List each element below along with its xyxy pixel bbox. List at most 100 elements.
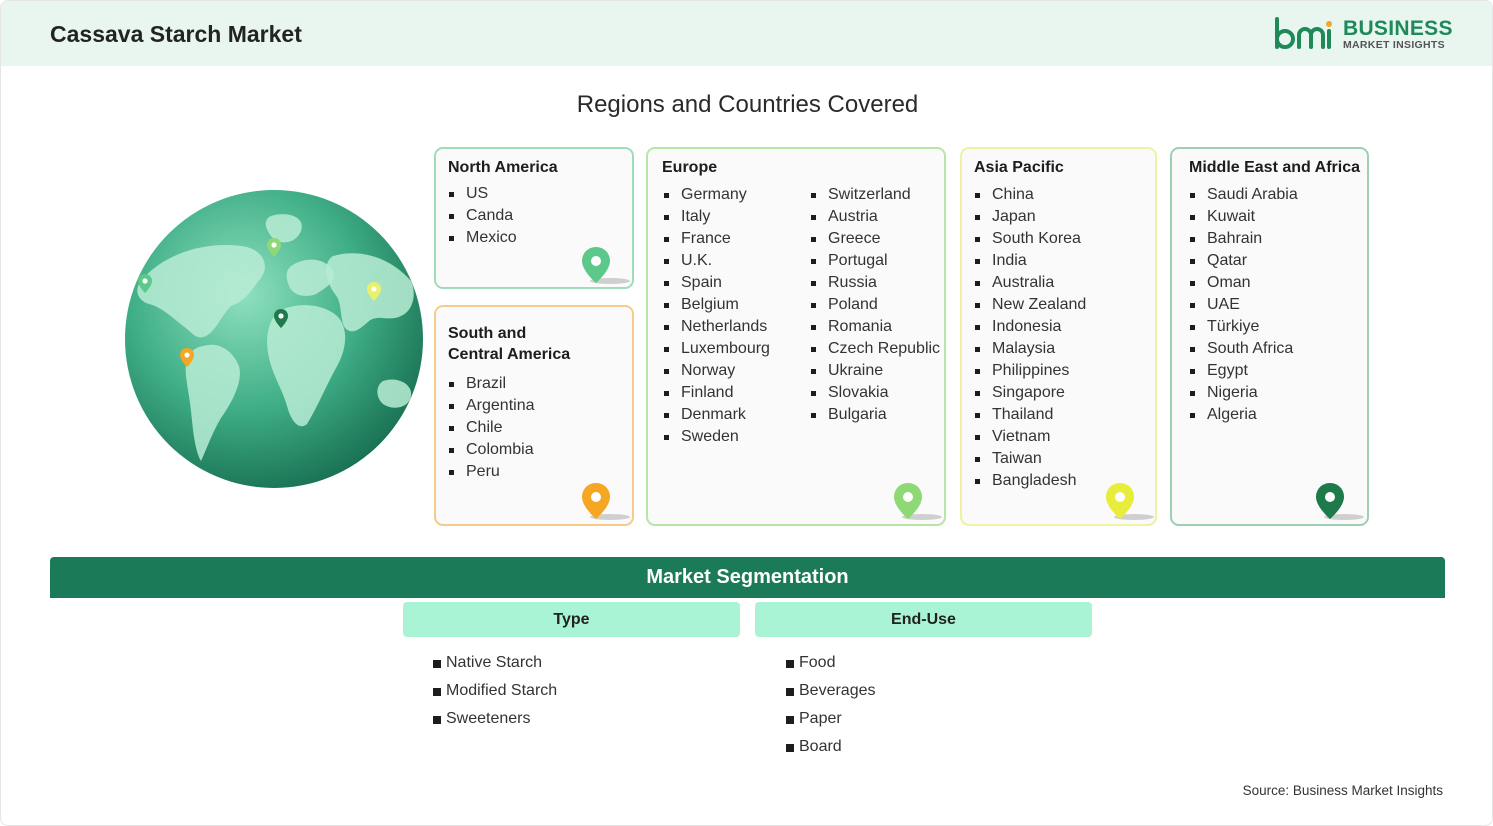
list-item: Mexico — [449, 227, 517, 249]
list-item: US — [449, 183, 517, 205]
list-item: Netherlands — [664, 316, 770, 338]
region-title-line1: South and — [448, 325, 527, 342]
list-item: France — [664, 228, 770, 250]
page-title: Cassava Starch Market — [50, 21, 302, 47]
list-item: Colombia — [449, 439, 535, 461]
list-item: Italy — [664, 206, 770, 228]
list-item: Chile — [449, 417, 535, 439]
list-item: Egypt — [1190, 360, 1298, 382]
region-title: North America — [448, 159, 558, 176]
region-card-asia-pacific: Asia Pacific China Japan South Korea Ind… — [960, 147, 1157, 526]
list-item: Malaysia — [975, 338, 1086, 360]
list-item: Ukraine — [811, 360, 940, 382]
list-item: Luxembourg — [664, 338, 770, 360]
location-pin-icon — [894, 483, 942, 520]
list-item: India — [975, 250, 1086, 272]
list-item: Bahrain — [1190, 228, 1298, 250]
segmentation-title: Market Segmentation — [646, 566, 849, 588]
list-item: New Zealand — [975, 294, 1086, 316]
list-item: Nigeria — [1190, 382, 1298, 404]
list-item: Qatar — [1190, 250, 1298, 272]
region-title: Middle East and Africa — [1189, 159, 1360, 176]
region-card-south-central-america: South and Central America Brazil Argenti… — [434, 305, 634, 526]
segment-end-use-label: End-Use — [891, 611, 956, 628]
region-card-north-america: North America US Canda Mexico — [434, 147, 634, 289]
list-item: Norway — [664, 360, 770, 382]
regions-heading: Regions and Countries Covered — [576, 91, 919, 118]
list-item: Slovakia — [811, 382, 940, 404]
list-item: Bangladesh — [975, 470, 1086, 492]
segmentation-header: Market Segmentation — [50, 557, 1445, 598]
list-item: Kuwait — [1190, 206, 1298, 228]
list-item: South Africa — [1190, 338, 1298, 360]
list-item: Algeria — [1190, 404, 1298, 426]
list-item: Austria — [811, 206, 940, 228]
list-item: U.K. — [664, 250, 770, 272]
country-list-col2: Switzerland Austria Greece Portugal Russ… — [811, 184, 940, 426]
location-pin-icon — [1106, 483, 1154, 520]
list-item: Sweden — [664, 426, 770, 448]
list-item: Vietnam — [975, 426, 1086, 448]
list-item: Germany — [664, 184, 770, 206]
list-item: South Korea — [975, 228, 1086, 250]
list-item: Food — [786, 649, 876, 677]
region-title: Europe — [662, 159, 718, 176]
region-title-line2: Central America — [448, 346, 571, 363]
list-item: Denmark — [664, 404, 770, 426]
segment-end-use-header: End-Use — [755, 602, 1092, 637]
segment-type-header: Type — [403, 602, 740, 637]
list-item: Russia — [811, 272, 940, 294]
list-item: Canda — [449, 205, 517, 227]
list-item: Singapore — [975, 382, 1086, 404]
list-item: Native Starch — [433, 649, 557, 677]
list-item: Brazil — [449, 373, 535, 395]
list-item: Czech Republic — [811, 338, 940, 360]
list-item: Japan — [975, 206, 1086, 228]
logo-text-secondary: MARKET INSIGHTS — [1343, 39, 1445, 51]
list-item: UAE — [1190, 294, 1298, 316]
list-item: Romania — [811, 316, 940, 338]
list-item: Philippines — [975, 360, 1086, 382]
bmi-logo-icon — [1275, 17, 1332, 49]
location-pin-icon — [1316, 483, 1364, 520]
region-title: South and Central America — [448, 323, 570, 365]
segment-type-label: Type — [553, 611, 590, 628]
list-item: Switzerland — [811, 184, 940, 206]
list-item: Peru — [449, 461, 535, 483]
region-title: Asia Pacific — [974, 159, 1064, 176]
list-item: China — [975, 184, 1086, 206]
brand-logo: BUSINESS MARKET INSIGHTS — [1273, 17, 1452, 53]
list-item: Modified Starch — [433, 677, 557, 705]
country-list: US Canda Mexico — [449, 183, 517, 249]
list-item: Bulgaria — [811, 404, 940, 426]
segment-type-list: Native Starch Modified Starch Sweeteners — [433, 649, 557, 733]
list-item: Taiwan — [975, 448, 1086, 470]
source-note: Source: Business Market Insights — [1242, 783, 1443, 798]
country-list: Brazil Argentina Chile Colombia Peru — [449, 373, 535, 483]
list-item: Beverages — [786, 677, 876, 705]
list-item: Thailand — [975, 404, 1086, 426]
list-item: Greece — [811, 228, 940, 250]
logo-text-primary: BUSINESS — [1343, 17, 1453, 40]
list-item: Sweeteners — [433, 705, 557, 733]
list-item: Paper — [786, 705, 876, 733]
globe-illustration — [125, 190, 423, 488]
segment-end-use-list: Food Beverages Paper Board — [786, 649, 876, 761]
list-item: Portugal — [811, 250, 940, 272]
list-item: Türkiye — [1190, 316, 1298, 338]
list-item: Australia — [975, 272, 1086, 294]
location-pin-icon — [582, 247, 630, 284]
list-item: Poland — [811, 294, 940, 316]
location-pin-icon — [582, 483, 630, 520]
list-item: Finland — [664, 382, 770, 404]
list-item: Oman — [1190, 272, 1298, 294]
country-list: Saudi Arabia Kuwait Bahrain Qatar Oman U… — [1190, 184, 1298, 426]
list-item: Board — [786, 733, 876, 761]
country-list: China Japan South Korea India Australia … — [975, 184, 1086, 492]
list-item: Indonesia — [975, 316, 1086, 338]
country-list-col1: Germany Italy France U.K. Spain Belgium … — [664, 184, 770, 448]
list-item: Spain — [664, 272, 770, 294]
list-item: Argentina — [449, 395, 535, 417]
header-bar: Cassava Starch Market BUSINESS MARKET IN… — [1, 1, 1492, 66]
infographic-frame: Cassava Starch Market BUSINESS MARKET IN… — [0, 0, 1493, 826]
